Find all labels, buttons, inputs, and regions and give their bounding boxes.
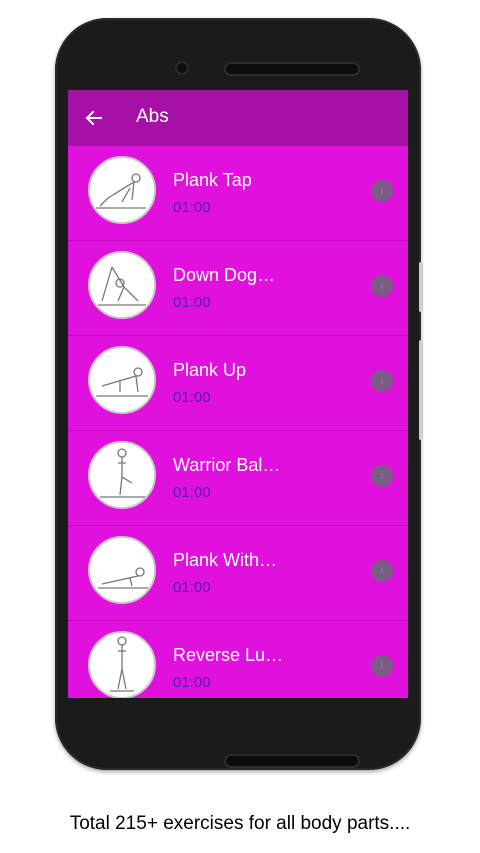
exercise-name: Plank Tap (173, 170, 252, 190)
exercise-duration: 01:00 (173, 674, 211, 691)
promo-caption: Total 215+ exercises for all body parts.… (69, 813, 411, 834)
front-camera (177, 63, 187, 73)
back-button[interactable] (80, 104, 108, 132)
exercise-thumbnail (88, 346, 156, 414)
info-icon[interactable]: i (371, 370, 393, 392)
exercise-thumbnail (88, 441, 156, 509)
exercise-name: Reverse Lu… (173, 645, 284, 665)
page-title: Abs (136, 106, 169, 127)
info-icon[interactable]: i (371, 655, 393, 677)
exercise-duration: 01:00 (173, 199, 211, 216)
bottom-speaker (226, 756, 358, 766)
exercise-thumbnail (88, 156, 156, 224)
info-icon[interactable]: i (371, 180, 393, 202)
exercise-row[interactable]: Warrior Bal… 01:00 i (68, 431, 408, 526)
arrow-left-icon (85, 110, 102, 126)
exercise-row[interactable]: Plank Tap 01:00 i (68, 146, 408, 241)
exercise-duration: 01:00 (173, 389, 211, 406)
exercise-name: Plank Up (173, 360, 247, 380)
exercise-name: Down Dog… (173, 265, 276, 285)
exercise-row[interactable]: Reverse Lu… 01:00 i (68, 621, 408, 698)
exercise-row[interactable]: Down Dog… 01:00 i (68, 241, 408, 336)
exercise-name: Plank With… (173, 550, 278, 570)
exercise-thumbnail (88, 251, 156, 319)
exercise-duration: 01:00 (173, 484, 211, 501)
earpiece-speaker (226, 64, 358, 74)
app-bar: Abs (68, 90, 408, 146)
exercise-list: Plank Tap 01:00 i Down Dog… 01:00 i Plan… (68, 146, 408, 698)
volume-button (419, 262, 423, 312)
power-button (419, 340, 423, 440)
exercise-name: Warrior Bal… (173, 455, 281, 475)
info-icon[interactable]: i (371, 275, 393, 297)
info-icon[interactable]: i (371, 560, 393, 582)
exercise-row[interactable]: Plank Up 01:00 i (68, 336, 408, 431)
exercise-row[interactable]: Plank With… 01:00 i (68, 526, 408, 621)
exercise-duration: 01:00 (173, 579, 211, 596)
app-screen: Abs Plank Tap 01:00 i Down Dog… 01:00 i (68, 90, 408, 698)
info-icon[interactable]: i (371, 465, 393, 487)
exercise-thumbnail (88, 536, 156, 604)
exercise-thumbnail (88, 631, 156, 698)
exercise-duration: 01:00 (173, 294, 211, 311)
